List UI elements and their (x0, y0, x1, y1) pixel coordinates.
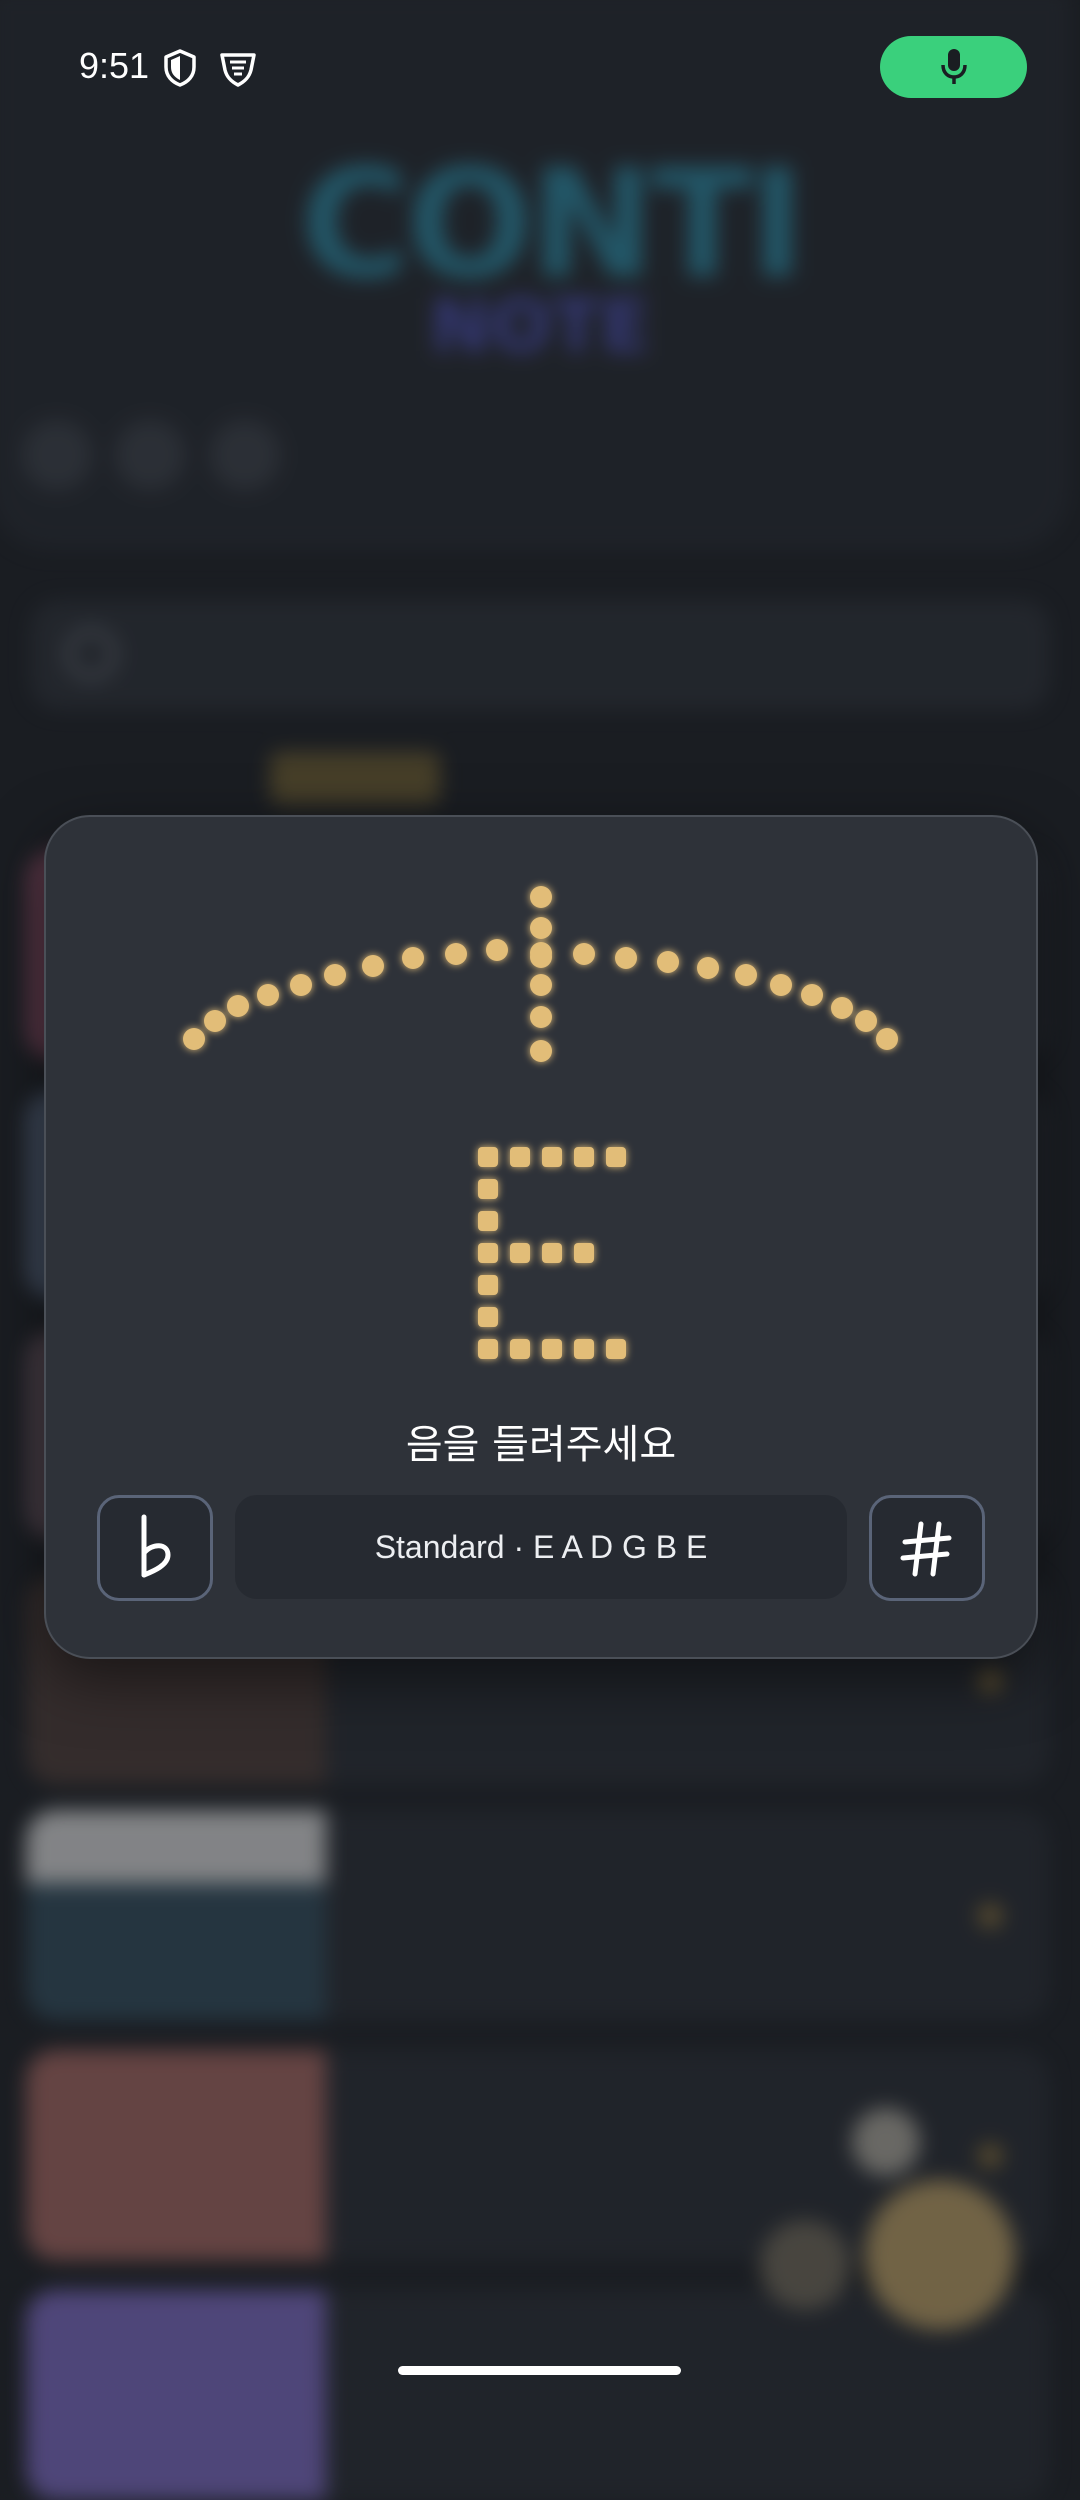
scale-dot (615, 947, 637, 969)
tuning-selector[interactable]: Standard · E A D G B E (235, 1495, 847, 1599)
note-pixel (542, 1147, 562, 1167)
flat-button[interactable] (97, 1495, 213, 1601)
needle-dot (530, 974, 552, 996)
note-pixel (510, 1339, 530, 1359)
scale-dot (445, 943, 467, 965)
scale-dot (227, 995, 249, 1017)
scale-dot (257, 984, 279, 1006)
note-pixel (574, 1147, 594, 1167)
vpn-shield-icon (220, 53, 256, 87)
needle-dot (530, 1040, 552, 1062)
shield-icon (164, 49, 196, 87)
background-control (22, 420, 92, 490)
background-logo: CONTI NOTE (300, 138, 805, 368)
scale-dot (183, 1028, 205, 1050)
background-fab-primary (865, 2180, 1015, 2330)
tuner-display: E (183, 886, 898, 1359)
scale-dot (362, 955, 384, 977)
note-pixel (478, 1307, 498, 1327)
background-search-icon (65, 628, 117, 680)
needle-dot (530, 1006, 552, 1028)
note-pixel (478, 1147, 498, 1167)
tuner-status-message: 음을 들려주세요 (405, 1422, 677, 1468)
scale-dot (855, 1010, 877, 1032)
scale-dot (324, 964, 346, 986)
note-pixel (478, 1211, 498, 1231)
note-pixel (542, 1243, 562, 1263)
microphone-icon (940, 49, 967, 84)
sharp-button[interactable] (869, 1495, 985, 1601)
scale-dot (573, 943, 595, 965)
scale-dot (657, 951, 679, 973)
note-pixel (510, 1243, 530, 1263)
flat-icon (141, 1514, 171, 1578)
background-badge (270, 752, 440, 804)
note-pixel (510, 1147, 530, 1167)
scale-dot (204, 1010, 226, 1032)
background-card (26, 2290, 1050, 2500)
needle-dot (530, 886, 552, 908)
background-fab-small (852, 2108, 920, 2176)
note-pixel (478, 1339, 498, 1359)
background-control (115, 420, 185, 490)
detected-note-display: E (478, 1147, 626, 1359)
scale-dot (831, 997, 853, 1019)
mic-indicator[interactable] (880, 36, 1027, 98)
needle-dot (530, 946, 552, 968)
home-indicator[interactable] (398, 2366, 681, 2375)
background-control (210, 420, 280, 490)
tuning-needle (530, 886, 552, 1062)
scale-dot (290, 974, 312, 996)
needle-dot (530, 917, 552, 939)
note-pixel (574, 1243, 594, 1263)
scale-dot (486, 939, 508, 961)
note-pixel (606, 1147, 626, 1167)
note-pixel (574, 1339, 594, 1359)
scale-dot (876, 1028, 898, 1050)
scale-dot (735, 964, 757, 986)
scale-dot (801, 984, 823, 1006)
sharp-icon (900, 1521, 952, 1577)
scale-dot (402, 947, 424, 969)
note-pixel (478, 1243, 498, 1263)
status-time: 9:51 (79, 45, 150, 86)
background-card: ★ (26, 1810, 1050, 2020)
note-pixel (478, 1179, 498, 1199)
tuner-dialog: E 음을 들려주세요 Standard · E A D G B E (44, 815, 1038, 1659)
scale-dot (697, 957, 719, 979)
note-pixel (478, 1275, 498, 1295)
background-search-field (30, 600, 1050, 710)
note-pixel (606, 1339, 626, 1359)
background-fab-secondary (760, 2220, 850, 2310)
note-pixel (542, 1339, 562, 1359)
scale-dot (770, 974, 792, 996)
